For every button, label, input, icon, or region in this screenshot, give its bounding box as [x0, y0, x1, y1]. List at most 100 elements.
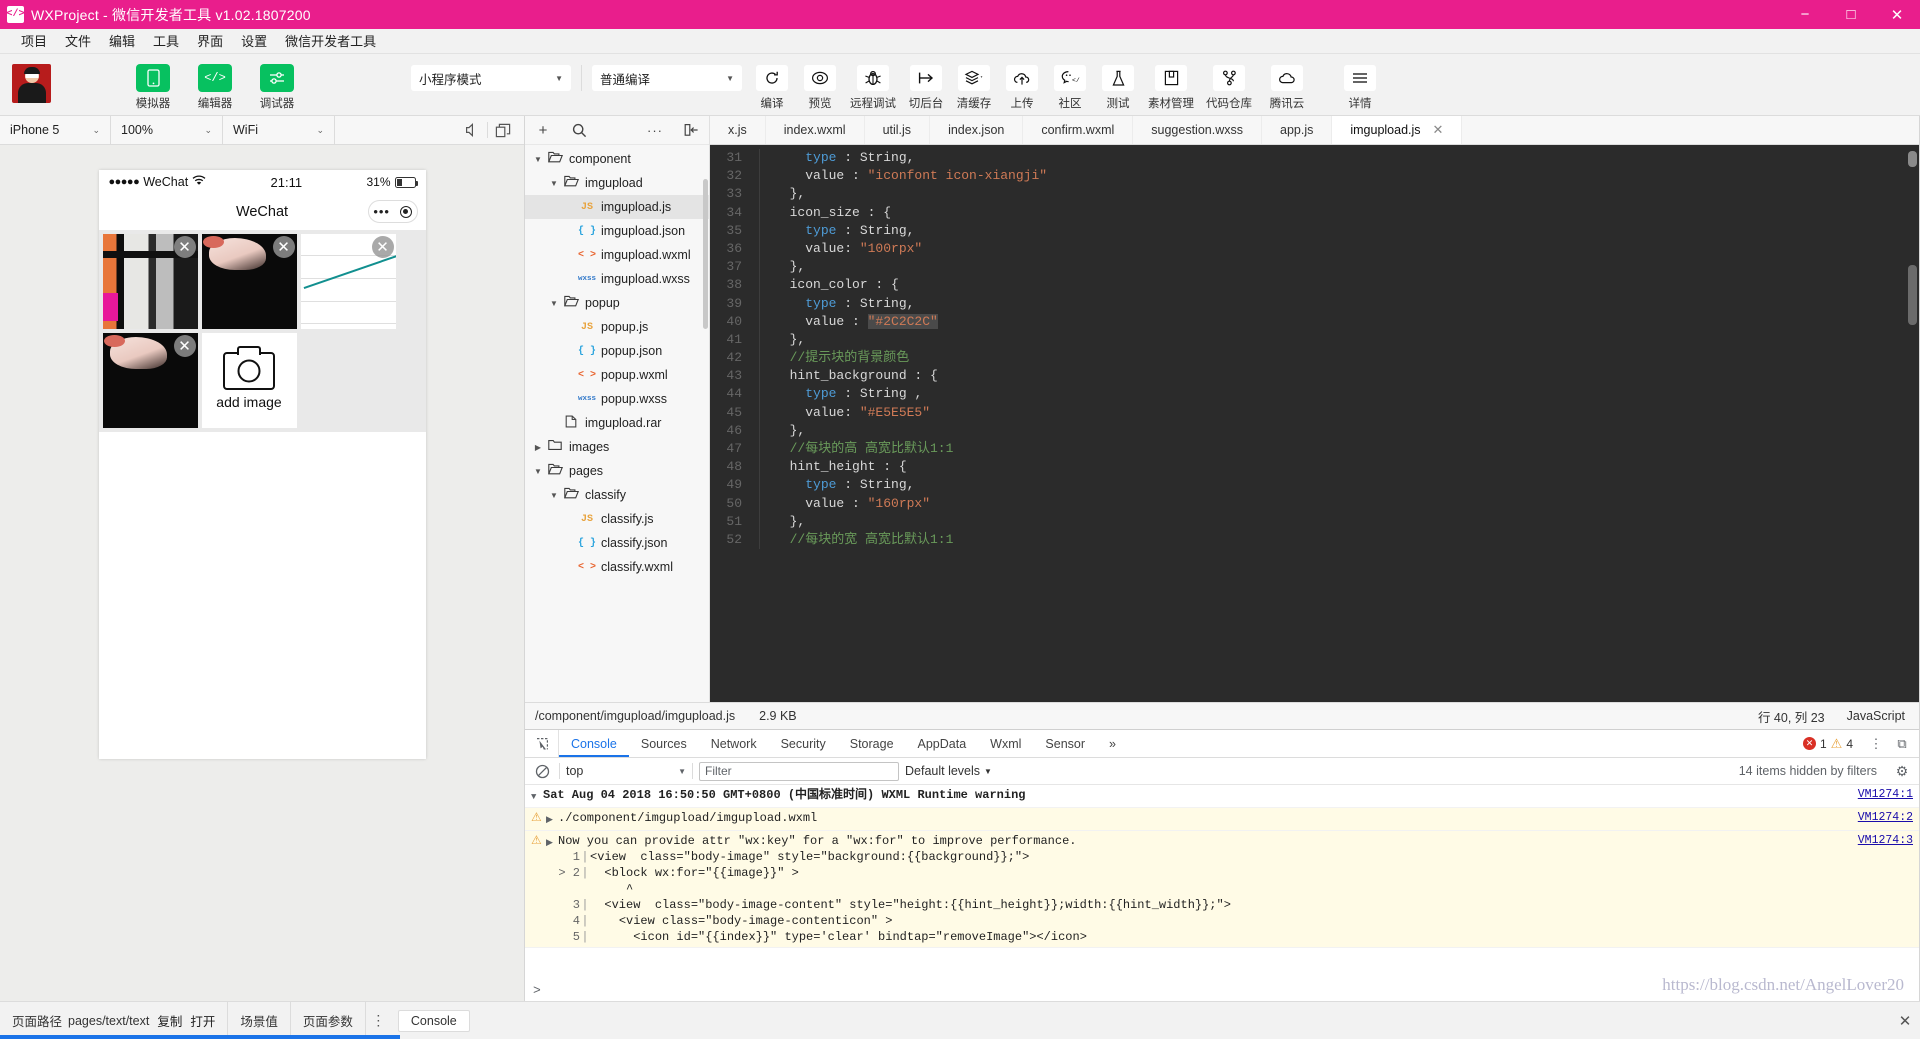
image-cell[interactable]: ✕ — [201, 234, 297, 329]
clear-cache-button[interactable]: 清缓存 — [950, 54, 998, 111]
console-log-row[interactable]: ⚠ ▶ Now you can provide attr "wx:key" for … — [525, 831, 1919, 948]
remove-image-icon[interactable]: ✕ — [173, 335, 196, 357]
tab-network[interactable]: Network — [699, 730, 769, 757]
zoom-select[interactable]: 100% ⌄ — [111, 115, 223, 145]
file-tree-item[interactable]: ▼ imgupload — [525, 171, 709, 195]
code-scrollbar-top[interactable] — [1908, 151, 1917, 167]
community-button[interactable]: </> 社区 — [1046, 54, 1094, 111]
bottom-more-icon[interactable]: ⋮ — [366, 1012, 392, 1029]
file-tree-scrollbar[interactable] — [703, 179, 708, 329]
file-tree-item[interactable]: imgupload.rar — [525, 411, 709, 435]
tab-console[interactable]: Console — [559, 730, 629, 757]
file-tree-item[interactable]: ▼ pages — [525, 459, 709, 483]
file-tree-item[interactable]: ▶ images — [525, 435, 709, 459]
image-cell[interactable]: ✕ — [300, 234, 396, 329]
editor-tab-close-icon[interactable]: ✕ — [1433, 122, 1444, 138]
console-context-select[interactable]: top ▼ — [566, 764, 686, 778]
image-cell[interactable]: ✕ — [102, 333, 198, 428]
editor-tab-bar[interactable]: x.js index.wxml util.js index.json confirm.w… — [710, 116, 1919, 145]
project-mode-select[interactable]: 小程序模式 ▼ — [411, 65, 571, 91]
code-scrollbar[interactable] — [1908, 265, 1917, 325]
file-tree-item[interactable]: ▼ component — [525, 147, 709, 171]
console-toggle-button[interactable]: Console — [397, 1009, 470, 1032]
file-tree-item[interactable]: < > classify.wxml — [525, 555, 709, 579]
file-tree-item[interactable]: wxss imgupload.wxss — [525, 267, 709, 291]
chevron-down-icon[interactable]: ▼ — [531, 155, 545, 164]
open-path-button[interactable]: 打开 — [190, 1011, 215, 1030]
editor-tab[interactable]: suggestion.wxss — [1133, 116, 1262, 144]
file-tree-item[interactable]: JS classify.js — [525, 507, 709, 531]
test-button[interactable]: 测试 — [1094, 54, 1142, 111]
file-tree-item[interactable]: { } popup.json — [525, 339, 709, 363]
file-tree-item[interactable]: ▼ popup — [525, 291, 709, 315]
capsule-buttons[interactable]: ••• — [367, 200, 418, 223]
repo-button[interactable]: 代码仓库 — [1200, 54, 1258, 111]
volume-icon[interactable] — [457, 116, 487, 145]
scene-value-section[interactable]: 场景值 — [228, 1001, 291, 1039]
chevron-down-icon[interactable]: ▼ — [547, 491, 561, 500]
remove-image-icon[interactable]: ✕ — [272, 236, 295, 258]
tencent-cloud-button[interactable]: 腾讯云 — [1258, 54, 1316, 111]
console-levels-select[interactable]: Default levels ▼ — [905, 764, 992, 778]
console-source-link[interactable]: VM1274:1 — [1858, 787, 1913, 803]
remote-debug-button[interactable]: 远程调试 — [844, 54, 902, 111]
bottom-close-icon[interactable]: ✕ — [1890, 1012, 1920, 1030]
devtools-dock-icon[interactable]: ⧉ — [1889, 730, 1915, 757]
chevron-down-icon[interactable]: ▼ — [547, 179, 561, 188]
editor-tab[interactable]: index.json — [930, 116, 1024, 144]
file-tree-item[interactable]: ▼ classify — [525, 483, 709, 507]
file-tree-list[interactable]: ▼ component ▼ imgupload JS imgupload.js { } img… — [525, 145, 709, 702]
rotate-icon[interactable] — [488, 116, 518, 145]
menu-item-interface[interactable]: 界面 — [188, 29, 232, 54]
editor-tab[interactable]: confirm.wxml — [1023, 116, 1134, 144]
tab-overflow-icon[interactable]: » — [1097, 730, 1128, 757]
details-button[interactable]: 详情 — [1336, 54, 1384, 111]
more-icon[interactable]: ··· — [637, 116, 673, 145]
page-params-section[interactable]: 页面参数 — [291, 1001, 366, 1039]
file-tree-item[interactable]: JS imgupload.js — [525, 195, 709, 219]
editor-tab[interactable]: util.js — [865, 116, 931, 144]
file-tree-item[interactable]: < > popup.wxml — [525, 363, 709, 387]
compile-button[interactable]: 编译 — [748, 54, 796, 111]
add-image-button[interactable]: add image — [201, 333, 297, 428]
tab-storage[interactable]: Storage — [838, 730, 906, 757]
device-select[interactable]: iPhone 5 ⌄ — [0, 115, 111, 145]
background-button[interactable]: 切后台 — [902, 54, 950, 111]
simulator-toggle-button[interactable]: 模拟器 — [129, 54, 177, 111]
file-tree-item[interactable]: < > imgupload.wxml — [525, 243, 709, 267]
user-avatar[interactable] — [12, 64, 51, 103]
code-content[interactable]: 31 type : String, 32 value : "iconfont ic… — [710, 145, 1919, 702]
file-tree-item[interactable]: { } imgupload.json — [525, 219, 709, 243]
preview-button[interactable]: 预览 — [796, 54, 844, 111]
menu-item-settings[interactable]: 设置 — [232, 29, 276, 54]
network-select[interactable]: WiFi ⌄ — [223, 115, 335, 145]
add-file-icon[interactable]: + — [525, 116, 561, 145]
minimize-button[interactable]: − — [1782, 0, 1828, 29]
file-tree-item[interactable]: JS popup.js — [525, 315, 709, 339]
editor-tab[interactable]: index.wxml — [766, 116, 865, 144]
menu-item-file[interactable]: 文件 — [56, 29, 100, 54]
tab-sensor[interactable]: Sensor — [1033, 730, 1097, 757]
console-log-row[interactable]: ▼ Sat Aug 04 2018 16:50:50 GMT+0800 (中国标准… — [525, 785, 1919, 808]
menu-item-tools[interactable]: 工具 — [144, 29, 188, 54]
console-source-link[interactable]: VM1274:3 — [1858, 833, 1913, 849]
inspect-element-icon[interactable] — [525, 730, 559, 757]
close-button[interactable]: ✕ — [1874, 0, 1920, 29]
tab-appdata[interactable]: AppData — [906, 730, 979, 757]
menu-item-devtools[interactable]: 微信开发者工具 — [276, 29, 385, 54]
console-settings-icon[interactable]: ⚙ — [1891, 763, 1913, 780]
disclosure-open-icon[interactable]: ▼ — [531, 787, 543, 805]
disclosure-closed-icon[interactable]: ▶ — [546, 833, 558, 851]
tab-security[interactable]: Security — [769, 730, 838, 757]
maximize-button[interactable]: □ — [1828, 0, 1874, 29]
editor-toggle-button[interactable]: </> 编辑器 — [191, 54, 239, 111]
image-cell[interactable]: ✕ — [102, 234, 198, 329]
file-tree-item[interactable]: { } classify.json — [525, 531, 709, 555]
tab-wxml[interactable]: Wxml — [978, 730, 1033, 757]
error-counter[interactable]: ✕ 1 ⚠ 4 — [1802, 730, 1853, 757]
clear-console-icon[interactable] — [531, 760, 553, 782]
disclosure-closed-icon[interactable]: ▶ — [546, 810, 558, 828]
remove-image-icon[interactable]: ✕ — [173, 236, 196, 258]
file-tree-item[interactable]: wxss popup.wxss — [525, 387, 709, 411]
collapse-panel-icon[interactable] — [673, 116, 709, 145]
